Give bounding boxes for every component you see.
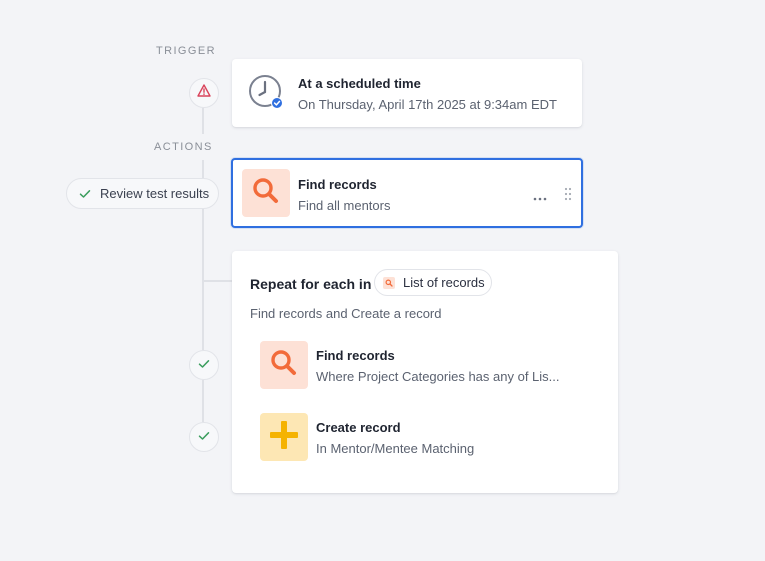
trigger-status-node[interactable] (189, 78, 219, 108)
trigger-section-label: TRIGGER (156, 45, 216, 57)
repeat-description: Find records and Create a record (250, 306, 442, 321)
repeat-title: Repeat for each in (250, 276, 372, 292)
trigger-subtitle: On Thursday, April 17th 2025 at 9:34am E… (298, 97, 557, 112)
repeat-step-create-record[interactable]: Create record In Mentor/Mentee Matching (260, 413, 600, 463)
step-subtitle: Where Project Categories has any of Lis.… (316, 369, 560, 384)
repeat-block-card[interactable]: Repeat for each in List of records Find … (232, 251, 618, 493)
timeline-connector-lower (202, 380, 204, 422)
search-icon (383, 276, 395, 289)
search-icon (251, 176, 281, 211)
review-test-results-button[interactable]: Review test results (66, 178, 219, 209)
search-icon (269, 348, 299, 383)
list-of-records-chip[interactable]: List of records (374, 269, 492, 296)
trigger-card[interactable]: At a scheduled time On Thursday, April 1… (232, 59, 582, 127)
step-title: Create record (316, 420, 401, 435)
step-subtitle: In Mentor/Mentee Matching (316, 441, 475, 456)
find-records-title: Find records (298, 177, 377, 192)
repeat-step-find-records[interactable]: Find records Where Project Categories ha… (260, 341, 600, 391)
check-icon (79, 189, 91, 199)
check-icon (198, 428, 210, 446)
find-records-app-icon (260, 341, 308, 389)
step-1-status-node[interactable] (189, 350, 219, 380)
find-records-subtitle: Find all mentors (298, 198, 391, 213)
trigger-title: At a scheduled time (298, 76, 421, 91)
step-2-status-node[interactable] (189, 422, 219, 452)
more-horizontal-icon[interactable] (533, 189, 547, 207)
warning-triangle-icon (197, 84, 211, 102)
review-test-results-label: Review test results (100, 186, 210, 201)
plus-icon (268, 419, 300, 456)
create-record-app-icon (260, 413, 308, 461)
timeline-connector-actions (202, 160, 204, 180)
step-title: Find records (316, 348, 395, 363)
list-of-records-label: List of records (403, 275, 485, 290)
find-records-action-card[interactable]: Find records Find all mentors (231, 158, 583, 228)
actions-section-label: ACTIONS (154, 141, 213, 153)
timeline-connector-main (202, 208, 204, 350)
clock-icon (248, 74, 284, 115)
drag-handle-icon[interactable] (564, 187, 572, 206)
timeline-connector-top (202, 108, 204, 134)
find-records-app-icon (242, 169, 290, 217)
timeline-branch (202, 280, 232, 282)
check-icon (198, 356, 210, 374)
